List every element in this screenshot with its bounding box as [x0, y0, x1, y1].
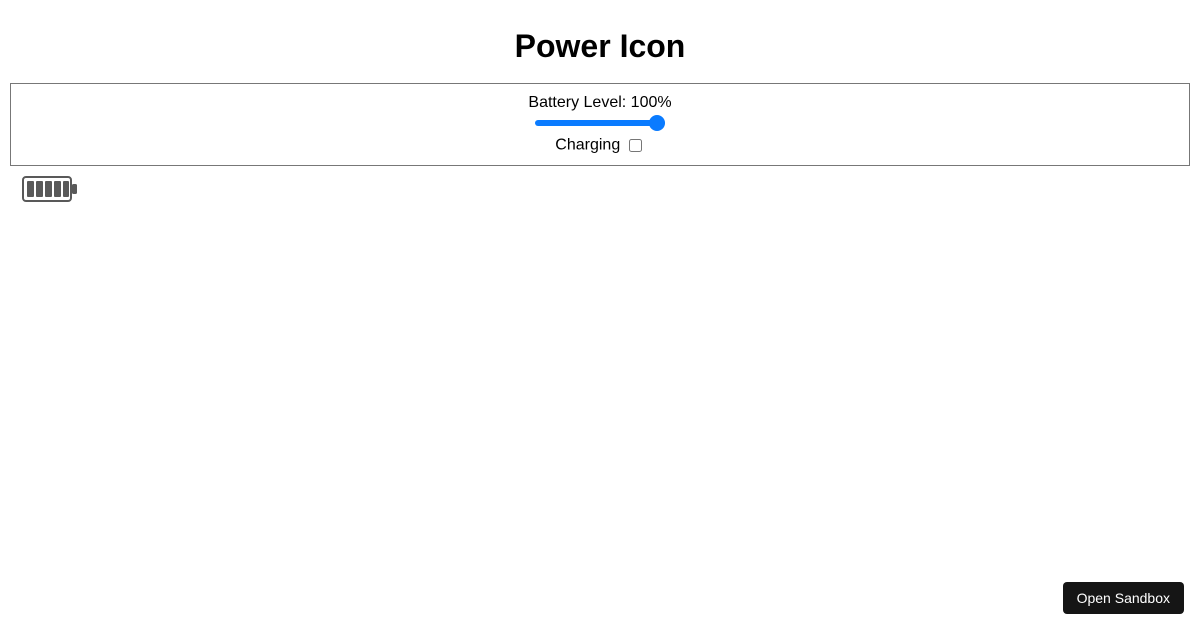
- battery-level-value: 100%: [631, 94, 672, 111]
- battery-level-label-prefix: Battery Level:: [528, 94, 630, 111]
- battery-level-label: Battery Level: 100%: [21, 94, 1179, 112]
- battery-icon-wrap: [22, 176, 1190, 207]
- open-sandbox-button[interactable]: Open Sandbox: [1063, 582, 1184, 614]
- charging-row: Charging: [21, 136, 1179, 155]
- battery-level-slider[interactable]: [535, 120, 665, 126]
- battery-slider-row: [21, 116, 1179, 134]
- controls-panel: Battery Level: 100% Charging: [10, 83, 1190, 166]
- charging-label: Charging: [555, 137, 620, 154]
- battery-icon: [22, 176, 78, 207]
- charging-checkbox[interactable]: [629, 139, 642, 152]
- page-title: Power Icon: [10, 28, 1190, 65]
